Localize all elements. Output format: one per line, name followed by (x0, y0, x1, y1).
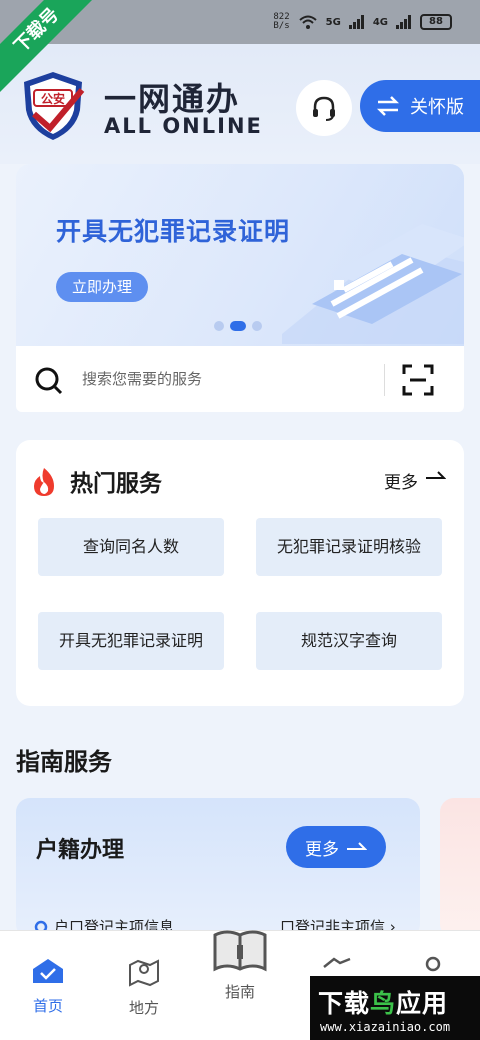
nav-label: 指南 (224, 983, 255, 1001)
service-tile[interactable]: 查询同名人数 (38, 518, 224, 576)
hot-services-more-link[interactable]: 更多 (384, 468, 446, 493)
logo-badge-text: 公安 (41, 91, 65, 106)
guide-more-button[interactable]: 更多 (286, 826, 386, 868)
signal-5g: 5G (325, 16, 341, 28)
app-subtitle: ALL ONLINE (104, 114, 263, 138)
search-divider (384, 364, 385, 396)
search-input[interactable]: 搜索您需要的服务 (82, 368, 202, 389)
pagination-dot-active[interactable] (230, 321, 246, 331)
banner-action-button[interactable]: 立即办理 (56, 272, 148, 302)
guide-card-household[interactable]: 户籍办理 更多 户口登记主项信息 口登记非主项信 › (16, 798, 420, 938)
nav-item-local[interactable]: 地方 (109, 955, 179, 1018)
pagination-dot[interactable] (252, 321, 262, 331)
guide-card-next[interactable] (440, 798, 480, 938)
signal-4g: 4G (372, 16, 388, 28)
guide-more-label: 更多 (305, 839, 339, 860)
more-label: 更多 (384, 473, 418, 493)
nav-label: 地方 (128, 999, 159, 1017)
hot-services-panel: 热门服务 更多 查询同名人数 无犯罪记录证明核验 开具无犯罪记录证明 规范汉字查… (16, 440, 464, 706)
nav-item-guide[interactable]: 指南 (206, 925, 274, 1002)
hot-services-title: 热门服务 (70, 471, 162, 497)
header: 公安 一网通办 ALL ONLINE 关怀版 (0, 44, 480, 164)
signal-bars-icon (348, 15, 364, 29)
banner-pagination (214, 321, 262, 331)
home-icon (33, 959, 63, 983)
fire-icon (34, 468, 54, 496)
nav-label: 首页 (32, 997, 63, 1015)
nav-item-home[interactable]: 首页 (13, 955, 83, 1016)
banner-title: 开具无犯罪记录证明 (56, 217, 291, 246)
wifi-icon (298, 15, 317, 29)
guide-card-title: 户籍办理 (36, 838, 125, 863)
switch-arrows-icon (376, 96, 400, 116)
guide-book-icon (213, 930, 267, 972)
arrow-right-icon (426, 471, 446, 479)
headset-icon (313, 96, 335, 121)
map-pin-icon (129, 959, 159, 987)
battery-indicator: 88 (420, 14, 452, 30)
document-illustration (282, 224, 464, 344)
search-bar[interactable]: 搜索您需要的服务 (16, 346, 464, 412)
service-tile[interactable]: 无犯罪记录证明核验 (256, 518, 442, 576)
customer-service-button[interactable] (296, 80, 352, 136)
promo-banner[interactable]: 开具无犯罪记录证明 立即办理 (16, 164, 464, 346)
guide-section-title: 指南服务 (16, 748, 112, 776)
pagination-dot[interactable] (214, 321, 224, 331)
network-speed: 822 B/s (273, 12, 290, 31)
site-watermark: 下载鸟应用 www.xiazainiao.com (310, 976, 480, 1040)
search-icon (35, 367, 63, 395)
signal-bars-icon (396, 15, 411, 29)
service-tile[interactable]: 规范汉字查询 (256, 612, 442, 670)
scan-icon[interactable] (402, 364, 434, 396)
arrow-right-icon (347, 842, 367, 850)
police-shield-logo: 公安 (24, 72, 85, 140)
care-mode-button[interactable]: 关怀版 (360, 80, 480, 132)
care-mode-label: 关怀版 (410, 97, 464, 118)
service-tile[interactable]: 开具无犯罪记录证明 (38, 612, 224, 670)
watermark-title: 下载鸟应用 (318, 989, 449, 1018)
watermark-url: www.xiazainiao.com (320, 1020, 451, 1034)
